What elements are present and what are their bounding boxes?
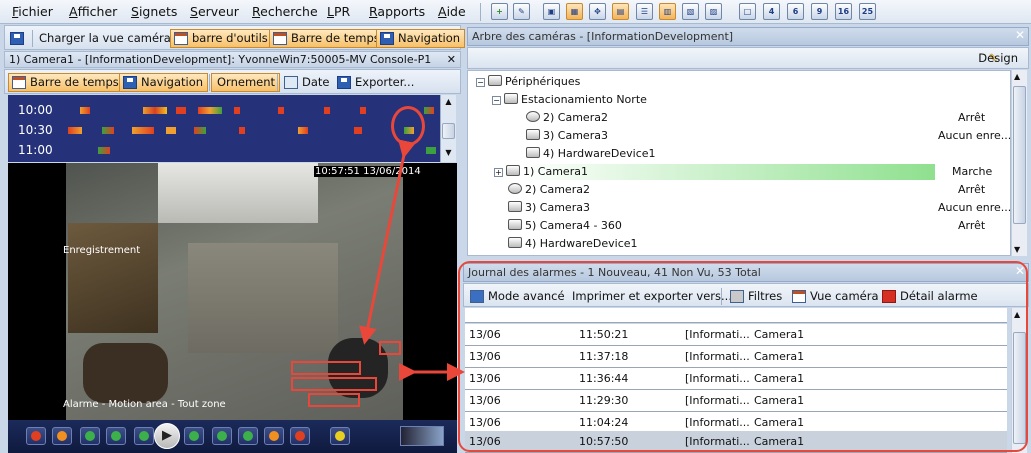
annotation-arrows [359,139,465,381]
arrow-timeline-to-video [359,139,416,345]
